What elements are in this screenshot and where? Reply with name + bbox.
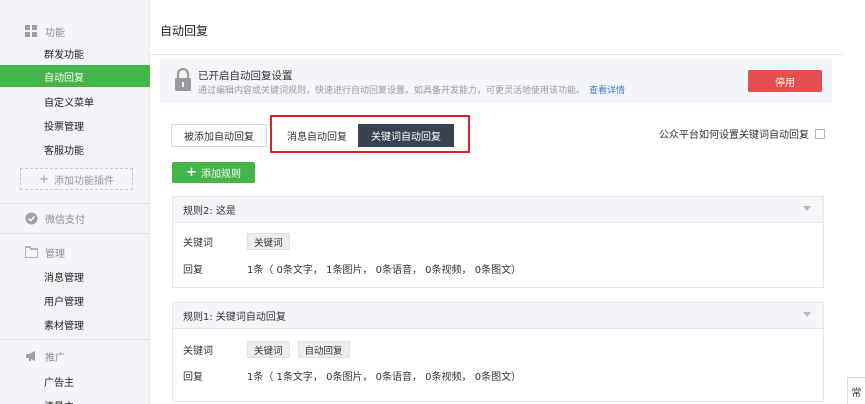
side-widget[interactable]: 常 bbox=[847, 377, 865, 404]
main-content: 自动回复 已开启自动回复设置 通过编辑内容或关键词规则，快速进行自动回复设置。如… bbox=[150, 0, 842, 404]
rule-title: 规则1: 关键词自动回复 bbox=[183, 312, 286, 323]
sidebar-item-auto-reply[interactable]: 自动回复 bbox=[0, 65, 150, 87]
grid-icon bbox=[24, 24, 38, 38]
reply-label: 回复 bbox=[183, 265, 203, 276]
rule-header[interactable]: 规则1: 关键词自动回复 bbox=[173, 303, 823, 329]
rule-card: 规则1: 关键词自动回复 关键词 关键词 自动回复 回复 1条（ 1条文字， 0… bbox=[172, 302, 824, 402]
keyword-label: 关键词 bbox=[183, 346, 213, 357]
sidebar-item-messages[interactable]: 消息管理 bbox=[0, 265, 150, 287]
add-rule-button[interactable]: + 添加规则 bbox=[172, 162, 255, 183]
keyword-tag: 关键词 bbox=[247, 341, 290, 358]
sidebar-section-title: 管理 bbox=[45, 248, 65, 260]
sidebar-item-vote[interactable]: 投票管理 bbox=[0, 114, 150, 136]
tab-added-reply[interactable]: 被添加自动回复 bbox=[171, 124, 267, 147]
faq-link[interactable]: 公众平台如何设置关键词自动回复 bbox=[659, 126, 825, 141]
rule-header[interactable]: 规则2: 这是 bbox=[173, 197, 823, 223]
rule-keyword-row: 关键词 关键词 自动回复 bbox=[183, 341, 358, 358]
sidebar-divider bbox=[0, 203, 150, 204]
sidebar-section-promotion: 推广 bbox=[0, 345, 150, 367]
rule-reply-row: 回复 1条（ 0条文字， 1条图片， 0条语音， 0条视频， 0条图文） bbox=[183, 261, 521, 276]
sidebar-section-title: 微信支付 bbox=[45, 214, 85, 226]
sidebar-section-title: 功能 bbox=[45, 27, 65, 39]
reply-summary: 1条（ 1条文字， 0条图片， 0条语音， 0条视频， 0条图文） bbox=[247, 372, 522, 383]
sidebar-item-mass-send[interactable]: 群发功能 bbox=[0, 42, 150, 64]
highlight-box bbox=[270, 115, 470, 153]
sidebar-item-users[interactable]: 用户管理 bbox=[0, 289, 150, 311]
sidebar: 功能 群发功能 自动回复 自定义菜单 投票管理 客服功能 + 添加功能插件 微信… bbox=[0, 0, 150, 404]
keyword-tag: 关键词 bbox=[247, 233, 290, 250]
sidebar-section-function: 功能 bbox=[0, 20, 150, 42]
rule-reply-row: 回复 1条（ 1条文字， 0条图片， 0条语音， 0条视频， 0条图文） bbox=[183, 368, 521, 383]
check-circle-icon bbox=[24, 211, 38, 225]
faq-text: 公众平台如何设置关键词自动回复 bbox=[659, 130, 809, 141]
add-rule-label: 添加规则 bbox=[200, 169, 241, 180]
faq-checkbox[interactable] bbox=[815, 128, 825, 139]
sidebar-divider bbox=[0, 339, 150, 340]
status-description-text: 通过编辑内容或关键词规则，快速进行自动回复设置。如具备开发能力，可更灵活地使用该… bbox=[198, 86, 586, 96]
sidebar-item-customer-service[interactable]: 客服功能 bbox=[0, 138, 150, 160]
rule-title: 规则2: 这是 bbox=[183, 206, 236, 217]
rule-card: 规则2: 这是 关键词 关键词 回复 1条（ 0条文字， 1条图片， 0条语音，… bbox=[172, 196, 824, 288]
rule-keyword-row: 关键词 关键词 bbox=[183, 233, 298, 250]
plus-icon: + bbox=[38, 172, 50, 186]
lock-icon bbox=[174, 67, 192, 92]
plus-icon: + bbox=[186, 165, 197, 180]
disable-button[interactable]: 停用 bbox=[748, 70, 822, 92]
chevron-down-icon[interactable] bbox=[803, 312, 811, 317]
sidebar-item-materials[interactable]: 素材管理 bbox=[0, 313, 150, 335]
page-title: 自动回复 bbox=[160, 24, 209, 38]
sidebar-section-manage: 管理 bbox=[0, 241, 150, 263]
folder-icon bbox=[24, 245, 38, 259]
sidebar-item-advertiser[interactable]: 广告主 bbox=[0, 370, 150, 392]
sidebar-divider bbox=[0, 233, 150, 234]
status-title: 已开启自动回复设置 bbox=[198, 70, 293, 82]
view-details-link[interactable]: 查看详情 bbox=[589, 86, 625, 96]
sidebar-item-custom-menu[interactable]: 自定义菜单 bbox=[0, 90, 150, 112]
keyword-label: 关键词 bbox=[183, 238, 213, 249]
keyword-tag: 自动回复 bbox=[297, 341, 350, 358]
reply-label: 回复 bbox=[183, 372, 203, 383]
title-divider bbox=[150, 54, 842, 55]
megaphone-icon bbox=[24, 349, 38, 363]
sidebar-item-wechat-pay[interactable]: 微信支付 bbox=[0, 207, 150, 229]
add-plugin-button[interactable]: + 添加功能插件 bbox=[20, 168, 133, 190]
chevron-down-icon[interactable] bbox=[803, 206, 811, 211]
reply-summary: 1条（ 0条文字， 1条图片， 0条语音， 0条视频， 0条图文） bbox=[247, 265, 522, 276]
sidebar-section-title: 推广 bbox=[45, 352, 65, 364]
status-panel: 已开启自动回复设置 通过编辑内容或关键词规则，快速进行自动回复设置。如具备开发能… bbox=[160, 59, 832, 103]
status-description: 通过编辑内容或关键词规则，快速进行自动回复设置。如具备开发能力，可更灵活地使用该… bbox=[198, 83, 625, 96]
add-plugin-label: 添加功能插件 bbox=[54, 175, 115, 187]
sidebar-item-publisher[interactable]: 流量主 bbox=[0, 394, 150, 404]
